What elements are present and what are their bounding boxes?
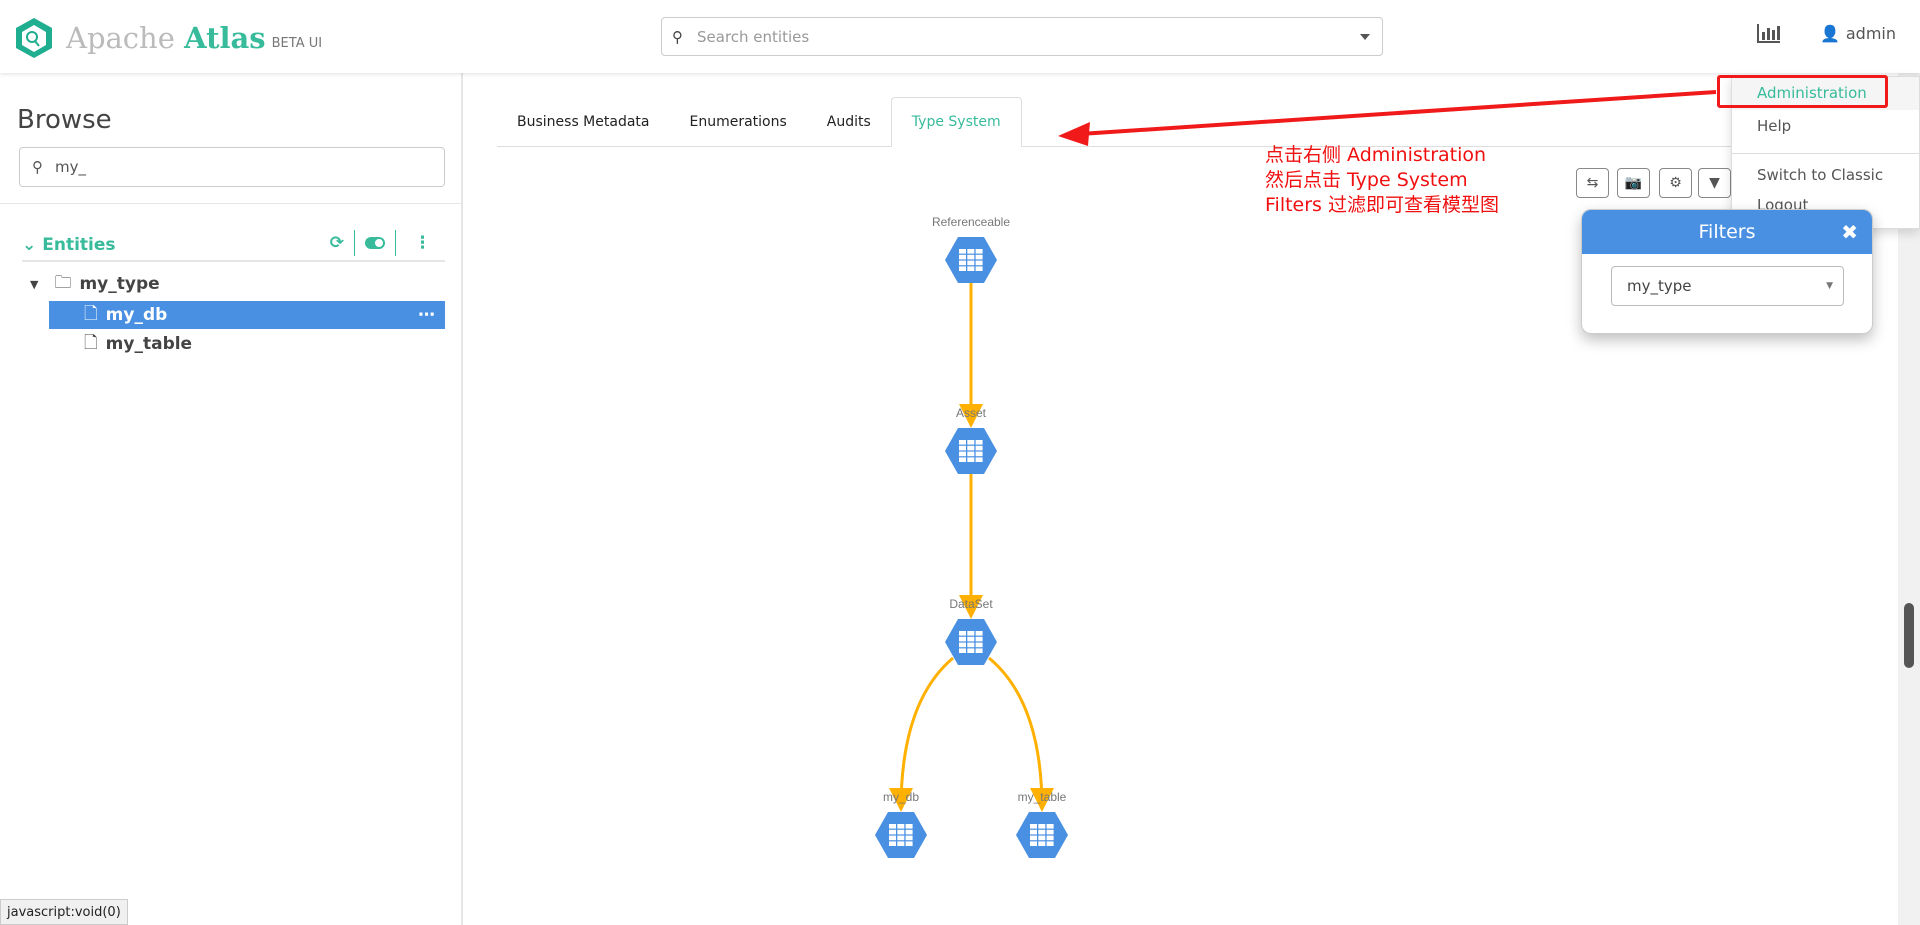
annotation-text: 点击右侧 Administration 然后点击 Type System Fil… bbox=[1265, 143, 1499, 218]
annotation-line: 点击右侧 Administration bbox=[1265, 144, 1487, 166]
highlight-box bbox=[1717, 75, 1888, 108]
annotation-arrow bbox=[1058, 90, 1717, 146]
annotation-line: 然后点击 Type System bbox=[1265, 169, 1468, 191]
annotation-line: Filters 过滤即可查看模型图 bbox=[1265, 194, 1499, 216]
